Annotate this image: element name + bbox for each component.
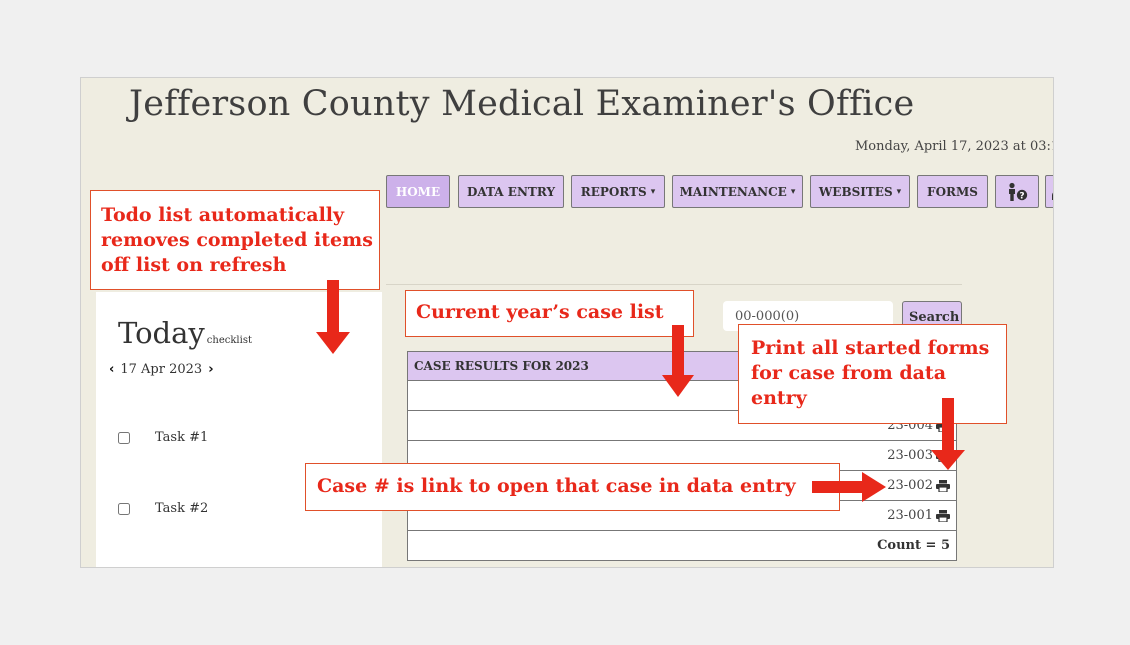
nav-maintenance-label: MAINTENANCE	[679, 184, 787, 199]
nav-websites-button[interactable]: WEBSITES ▾	[810, 175, 910, 208]
print-icon[interactable]	[936, 509, 950, 522]
task-label: Task #2	[155, 501, 209, 516]
date-navigator: ‹ 17 Apr 2023 ›	[109, 362, 214, 377]
nav-maintenance-button[interactable]: MAINTENANCE ▾	[672, 175, 803, 208]
user-help-icon: ?	[1009, 182, 1028, 201]
nav-forms-button[interactable]: FORMS	[917, 175, 988, 208]
divider	[386, 284, 962, 285]
case-count: Count = 5	[407, 531, 957, 561]
task-item: Task #1	[118, 430, 208, 445]
arrow-right-icon	[812, 472, 886, 502]
caret-down-icon: ▾	[790, 186, 796, 197]
current-datetime: Monday, April 17, 2023 at 03:19 F	[855, 139, 1053, 154]
user-help-button[interactable]: ?	[995, 175, 1039, 208]
annotation-print: Print all started forms for case from da…	[738, 324, 1007, 424]
caret-down-icon: ▾	[650, 186, 656, 197]
task-item: Task #2	[118, 501, 208, 516]
print-icon[interactable]	[936, 479, 950, 492]
arrow-down-icon	[931, 398, 965, 470]
today-label: Today	[118, 316, 205, 350]
task-checkbox[interactable]	[118, 502, 130, 515]
task-label: Task #1	[155, 430, 209, 445]
case-link[interactable]: 23-001	[887, 508, 933, 523]
nav-reports-button[interactable]: REPORTS ▾	[571, 175, 665, 208]
caret-down-icon: ▾	[896, 186, 902, 197]
chevron-left-icon[interactable]: ‹	[109, 362, 114, 377]
nav-websites-label: WEBSITES	[818, 184, 893, 199]
nav-home-label: HOME	[395, 184, 441, 199]
nav-forms-label: FORMS	[927, 184, 978, 199]
case-link[interactable]: 23-002	[887, 478, 933, 493]
user-menu-button[interactable]	[1045, 175, 1053, 208]
annotation-todo: Todo list automatically removes complete…	[90, 190, 380, 290]
annotation-case-list: Current year’s case list	[405, 290, 694, 337]
nav-data-entry-button[interactable]: DATA ENTRY	[458, 175, 564, 208]
arrow-down-icon	[316, 280, 350, 354]
arrow-down-icon	[662, 325, 694, 397]
page-title: Jefferson County Medical Examiner's Offi…	[129, 84, 915, 124]
svg-text:?: ?	[1019, 191, 1024, 201]
task-checkbox[interactable]	[118, 431, 130, 444]
checklist-tag: checklist	[206, 335, 252, 346]
chevron-right-icon[interactable]: ›	[208, 362, 213, 377]
nav-data-entry-label: DATA ENTRY	[466, 184, 556, 199]
today-heading: Today checklist	[118, 316, 252, 350]
checklist-date: 17 Apr 2023	[120, 362, 203, 377]
nav-reports-label: REPORTS	[580, 184, 647, 199]
user-icon	[1052, 192, 1053, 200]
annotation-case-link: Case # is link to open that case in data…	[305, 463, 840, 511]
nav-home-button[interactable]: HOME	[386, 175, 450, 208]
case-link[interactable]: 23-003	[887, 448, 933, 463]
